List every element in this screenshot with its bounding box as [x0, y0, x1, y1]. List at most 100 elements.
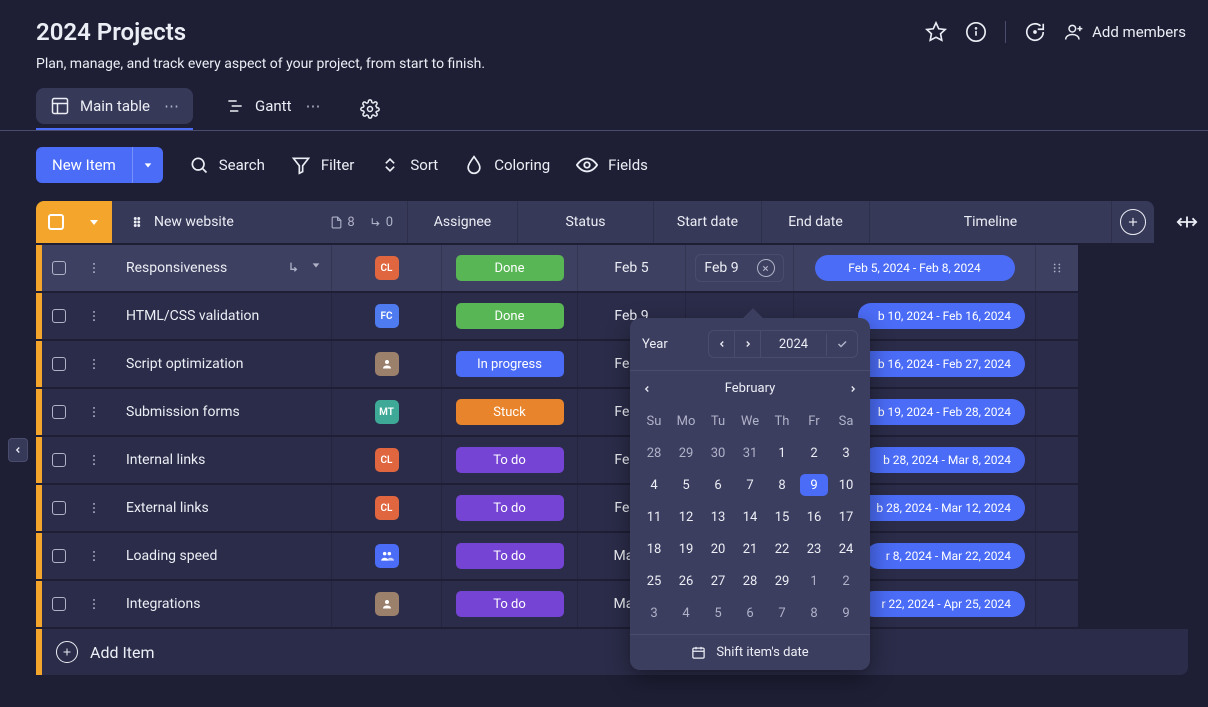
add-members-button[interactable]: Add members	[1064, 22, 1186, 42]
year-confirm-button[interactable]	[827, 338, 857, 350]
calendar-day[interactable]: 1	[768, 442, 796, 464]
cell-assignee[interactable]	[332, 341, 442, 387]
cell-assignee[interactable]: CL	[332, 245, 442, 291]
calendar-day[interactable]: 6	[704, 474, 732, 496]
calendar-day[interactable]: 29	[672, 442, 700, 464]
cell-status[interactable]: To do	[442, 437, 578, 483]
row-drag-end[interactable]	[1036, 293, 1078, 339]
cell-name[interactable]: External links	[112, 485, 332, 531]
calendar-day[interactable]: 23	[800, 538, 828, 560]
sort-button[interactable]: Sort	[380, 155, 438, 175]
cell-status[interactable]: To do	[442, 485, 578, 531]
row-checkbox[interactable]	[42, 485, 76, 531]
calendar-day[interactable]: 26	[672, 570, 700, 592]
row-drag-end[interactable]	[1036, 581, 1078, 627]
cell-name[interactable]: Responsiveness	[112, 245, 332, 291]
cell-assignee[interactable]	[332, 533, 442, 579]
year-prev-button[interactable]	[709, 331, 735, 357]
calendar-day[interactable]: 3	[640, 602, 668, 624]
column-start-date[interactable]: Start date	[654, 201, 762, 243]
cell-name[interactable]: Submission forms	[112, 389, 332, 435]
calendar-day[interactable]: 22	[768, 538, 796, 560]
cell-status[interactable]: In progress	[442, 341, 578, 387]
clear-date-icon[interactable]	[757, 259, 775, 277]
cell-status[interactable]: Done	[442, 245, 578, 291]
info-icon[interactable]	[965, 21, 987, 43]
row-drag-handle[interactable]	[76, 389, 112, 435]
calendar-day[interactable]: 13	[704, 506, 732, 528]
calendar-day[interactable]: 30	[704, 442, 732, 464]
calendar-day[interactable]: 31	[736, 442, 764, 464]
calendar-day[interactable]: 4	[672, 602, 700, 624]
filter-button[interactable]: Filter	[291, 155, 355, 175]
calendar-day[interactable]: 18	[640, 538, 668, 560]
automation-icon[interactable]	[1024, 21, 1046, 43]
calendar-day[interactable]: 7	[768, 602, 796, 624]
group-collapse-toggle[interactable]	[76, 201, 112, 243]
cell-status[interactable]: To do	[442, 533, 578, 579]
cell-name[interactable]: Integrations	[112, 581, 332, 627]
column-name[interactable]: New website 8 0	[112, 201, 408, 243]
cell-name[interactable]: Script optimization	[112, 341, 332, 387]
view-settings-icon[interactable]	[352, 91, 388, 127]
row-drag-handle[interactable]	[76, 533, 112, 579]
row-drag-end[interactable]	[1036, 389, 1078, 435]
row-drag-end[interactable]	[1036, 437, 1078, 483]
row-checkbox[interactable]	[42, 245, 76, 291]
cell-assignee[interactable]: CL	[332, 485, 442, 531]
calendar-day[interactable]: 3	[832, 442, 860, 464]
new-item-caret-icon[interactable]	[132, 147, 163, 183]
star-icon[interactable]	[925, 21, 947, 43]
column-timeline[interactable]: Timeline	[870, 201, 1112, 243]
row-drag-end[interactable]	[1036, 485, 1078, 531]
month-next-button[interactable]	[848, 384, 858, 394]
row-checkbox[interactable]	[42, 533, 76, 579]
add-column-button[interactable]	[1112, 201, 1154, 243]
row-actions-icon[interactable]	[287, 260, 321, 276]
cell-name[interactable]: Loading speed	[112, 533, 332, 579]
add-item-row[interactable]: Add Item	[36, 629, 1188, 675]
row-checkbox[interactable]	[42, 293, 76, 339]
row-drag-handle[interactable]	[76, 341, 112, 387]
tab-main-table[interactable]: Main table ⋯	[36, 88, 193, 124]
row-drag-handle[interactable]	[76, 437, 112, 483]
calendar-day[interactable]: 9	[832, 602, 860, 624]
coloring-button[interactable]: Coloring	[464, 155, 550, 175]
cell-name[interactable]: HTML/CSS validation	[112, 293, 332, 339]
cell-end-date[interactable]: Feb 9	[686, 245, 794, 291]
column-end-date[interactable]: End date	[762, 201, 870, 243]
cell-start-date[interactable]: Feb 5	[578, 245, 686, 291]
row-drag-end[interactable]	[1036, 245, 1078, 291]
expand-columns-icon[interactable]	[1176, 214, 1198, 230]
cell-assignee[interactable]: FC	[332, 293, 442, 339]
calendar-day[interactable]: 10	[832, 474, 860, 496]
row-checkbox[interactable]	[42, 389, 76, 435]
calendar-day[interactable]: 25	[640, 570, 668, 592]
cell-name[interactable]: Internal links	[112, 437, 332, 483]
calendar-day[interactable]: 4	[640, 474, 668, 496]
row-drag-end[interactable]	[1036, 533, 1078, 579]
calendar-day[interactable]: 28	[640, 442, 668, 464]
calendar-day[interactable]: 21	[736, 538, 764, 560]
group-select-all[interactable]	[36, 201, 76, 243]
calendar-day[interactable]: 15	[768, 506, 796, 528]
row-drag-handle[interactable]	[76, 245, 112, 291]
calendar-day[interactable]: 11	[640, 506, 668, 528]
calendar-day[interactable]: 2	[832, 570, 860, 592]
calendar-day[interactable]: 1	[800, 570, 828, 592]
row-drag-end[interactable]	[1036, 341, 1078, 387]
search-button[interactable]: Search	[189, 155, 265, 175]
calendar-day[interactable]: 8	[768, 474, 796, 496]
year-next-button[interactable]	[735, 331, 761, 357]
row-drag-handle[interactable]	[76, 293, 112, 339]
row-drag-handle[interactable]	[76, 581, 112, 627]
month-prev-button[interactable]	[642, 384, 652, 394]
calendar-day[interactable]: 17	[832, 506, 860, 528]
row-drag-handle[interactable]	[76, 485, 112, 531]
cell-assignee[interactable]: CL	[332, 437, 442, 483]
calendar-day[interactable]: 5	[672, 474, 700, 496]
cell-assignee[interactable]	[332, 581, 442, 627]
row-checkbox[interactable]	[42, 341, 76, 387]
calendar-day[interactable]: 7	[736, 474, 764, 496]
calendar-day[interactable]: 16	[800, 506, 828, 528]
